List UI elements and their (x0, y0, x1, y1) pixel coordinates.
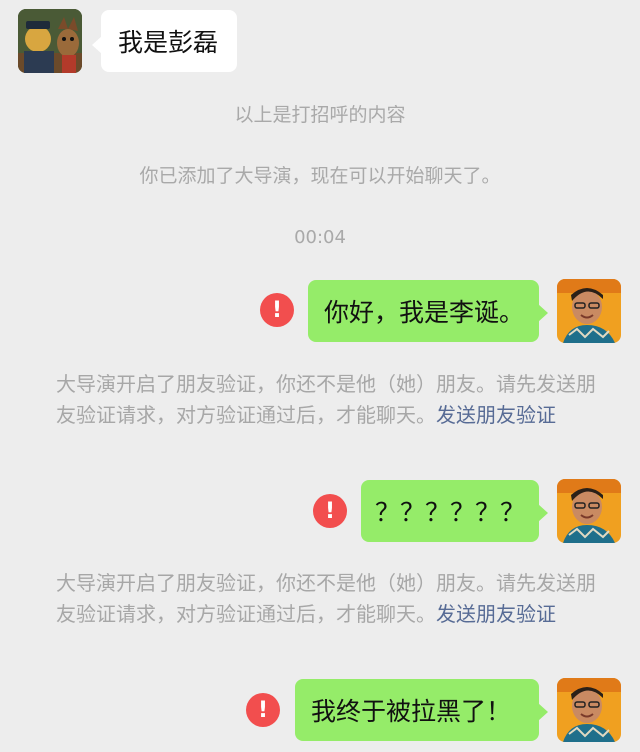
user-photo-avatar-icon (557, 279, 621, 343)
send-failed-icon[interactable]: ! (246, 693, 280, 727)
outgoing-message-text: 我终于被拉黑了！ (311, 697, 512, 726)
outgoing-message-bubble[interactable]: 我终于被拉黑了！ (295, 679, 548, 741)
greeting-system-note: 以上是打招呼的内容 (234, 104, 406, 126)
send-verification-link[interactable]: 发送朋友验证 (436, 403, 556, 427)
incoming-message-text: 我是彭磊 (118, 28, 219, 57)
send-failed-glyph: ! (324, 498, 336, 524)
outgoing-message-text: ？？？？？？ (375, 498, 526, 527)
send-failed-glyph: ! (257, 697, 269, 723)
friend-verification-notice: 大导演开启了朋友验证，你还不是他（她）朋友。请先发送朋友验证请求，对方验证通过后… (56, 369, 596, 431)
self-avatar[interactable] (557, 279, 621, 343)
user-photo-avatar-icon (557, 678, 621, 742)
send-failed-icon[interactable]: ! (260, 293, 294, 327)
user-photo-avatar-icon (557, 479, 621, 543)
outgoing-message-text: 你好，我是李诞。 (324, 298, 525, 327)
outgoing-message-bubble[interactable]: 你好，我是李诞。 (308, 280, 548, 342)
cartoon-avatar-icon (18, 9, 82, 73)
send-verification-link[interactable]: 发送朋友验证 (436, 602, 556, 626)
friend-verification-notice: 大导演开启了朋友验证，你还不是他（她）朋友。请先发送朋友验证请求，对方验证通过后… (56, 568, 596, 630)
outgoing-message-bubble[interactable]: ？？？？？？ (361, 480, 548, 542)
incoming-message-bubble[interactable]: 我是彭磊 (92, 10, 237, 72)
send-failed-icon[interactable]: ! (313, 494, 347, 528)
self-avatar[interactable] (557, 678, 621, 742)
message-timestamp: 00:04 (294, 227, 346, 248)
self-avatar[interactable] (557, 479, 621, 543)
friend-added-system-note: 你已添加了大导演，现在可以开始聊天了。 (139, 165, 501, 187)
contact-avatar[interactable] (18, 9, 82, 73)
send-failed-glyph: ! (271, 297, 283, 323)
